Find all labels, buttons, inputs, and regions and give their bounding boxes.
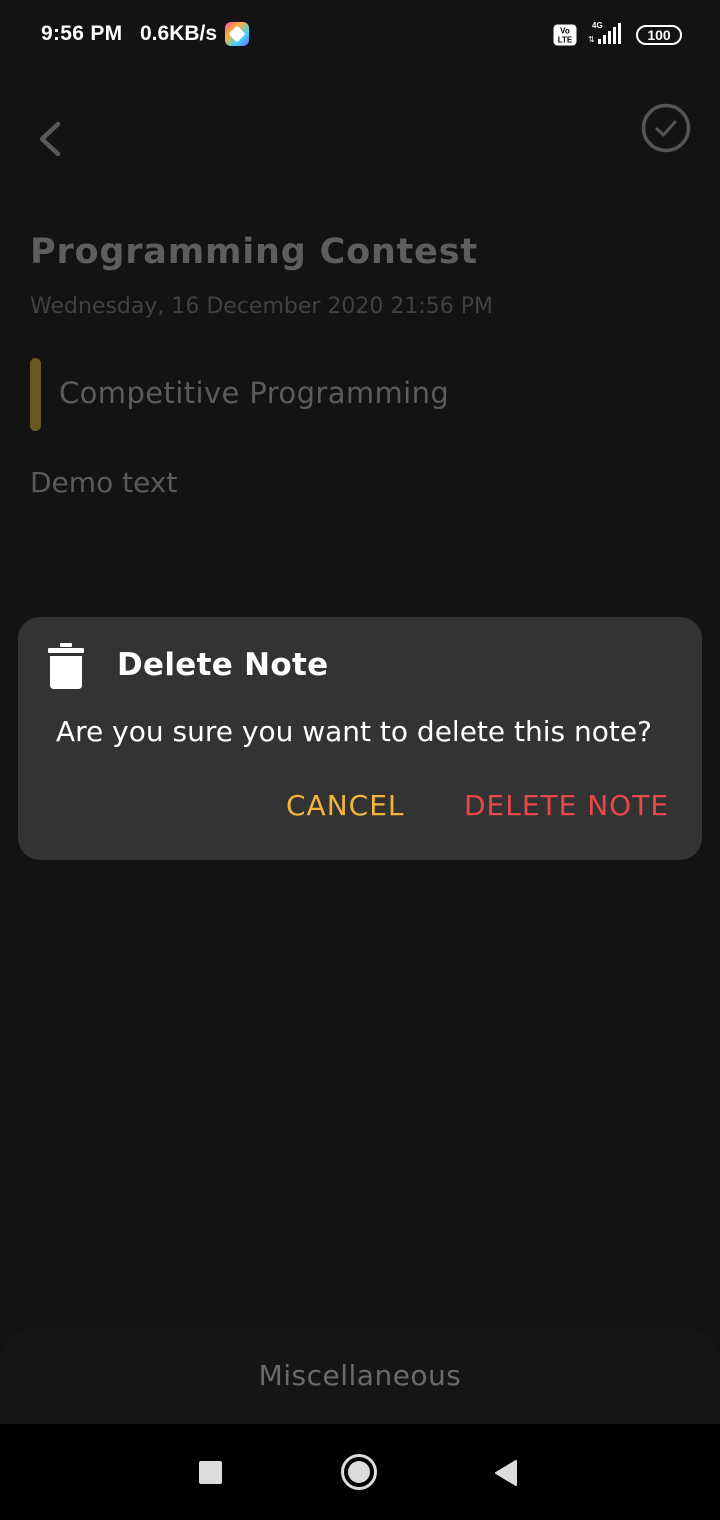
signal-strength-icon: 4G ⇅ (588, 21, 621, 44)
recents-square-icon[interactable] (199, 1461, 222, 1484)
note-subtitle-input[interactable]: Competitive Programming (59, 376, 449, 410)
miscellaneous-bottom-sheet[interactable]: Miscellaneous (0, 1328, 720, 1424)
dialog-message: Are you sure you want to delete this not… (56, 715, 652, 748)
status-time: 9:56 PM (41, 22, 123, 45)
miscellaneous-label: Miscellaneous (258, 1359, 462, 1392)
check-circle-icon[interactable] (640, 102, 692, 154)
app-notification-icon (225, 22, 249, 46)
note-body-input[interactable]: Demo text (30, 466, 177, 499)
svg-text:Vo: Vo (560, 27, 570, 36)
delete-note-button[interactable]: DELETE NOTE (464, 789, 669, 822)
svg-text:LTE: LTE (558, 36, 573, 45)
home-circle-icon[interactable] (341, 1454, 377, 1490)
battery-indicator: 100 (636, 25, 682, 45)
system-navigation-bar (0, 1424, 720, 1520)
status-bar: 9:56 PM 0.6KB/s Vo LTE 4G ⇅ 100 (0, 0, 720, 70)
note-editor-screen: 9:56 PM 0.6KB/s Vo LTE 4G ⇅ 100 Programm… (0, 0, 720, 1520)
note-title-input[interactable]: Programming Contest (30, 232, 478, 272)
volte-icon: Vo LTE (553, 24, 577, 46)
dialog-title: Delete Note (117, 647, 329, 683)
delete-note-dialog: Delete Note Are you sure you want to del… (18, 617, 702, 860)
network-speed: 0.6KB/s (140, 22, 218, 45)
cancel-button[interactable]: CANCEL (286, 789, 405, 822)
trash-icon (48, 643, 84, 689)
svg-text:⇅: ⇅ (588, 35, 595, 44)
note-date: Wednesday, 16 December 2020 21:56 PM (30, 294, 494, 319)
subtitle-color-indicator (30, 358, 41, 431)
network-type-label: 4G (592, 21, 603, 30)
back-chevron-icon[interactable] (30, 112, 74, 166)
back-triangle-icon[interactable] (494, 1459, 518, 1487)
